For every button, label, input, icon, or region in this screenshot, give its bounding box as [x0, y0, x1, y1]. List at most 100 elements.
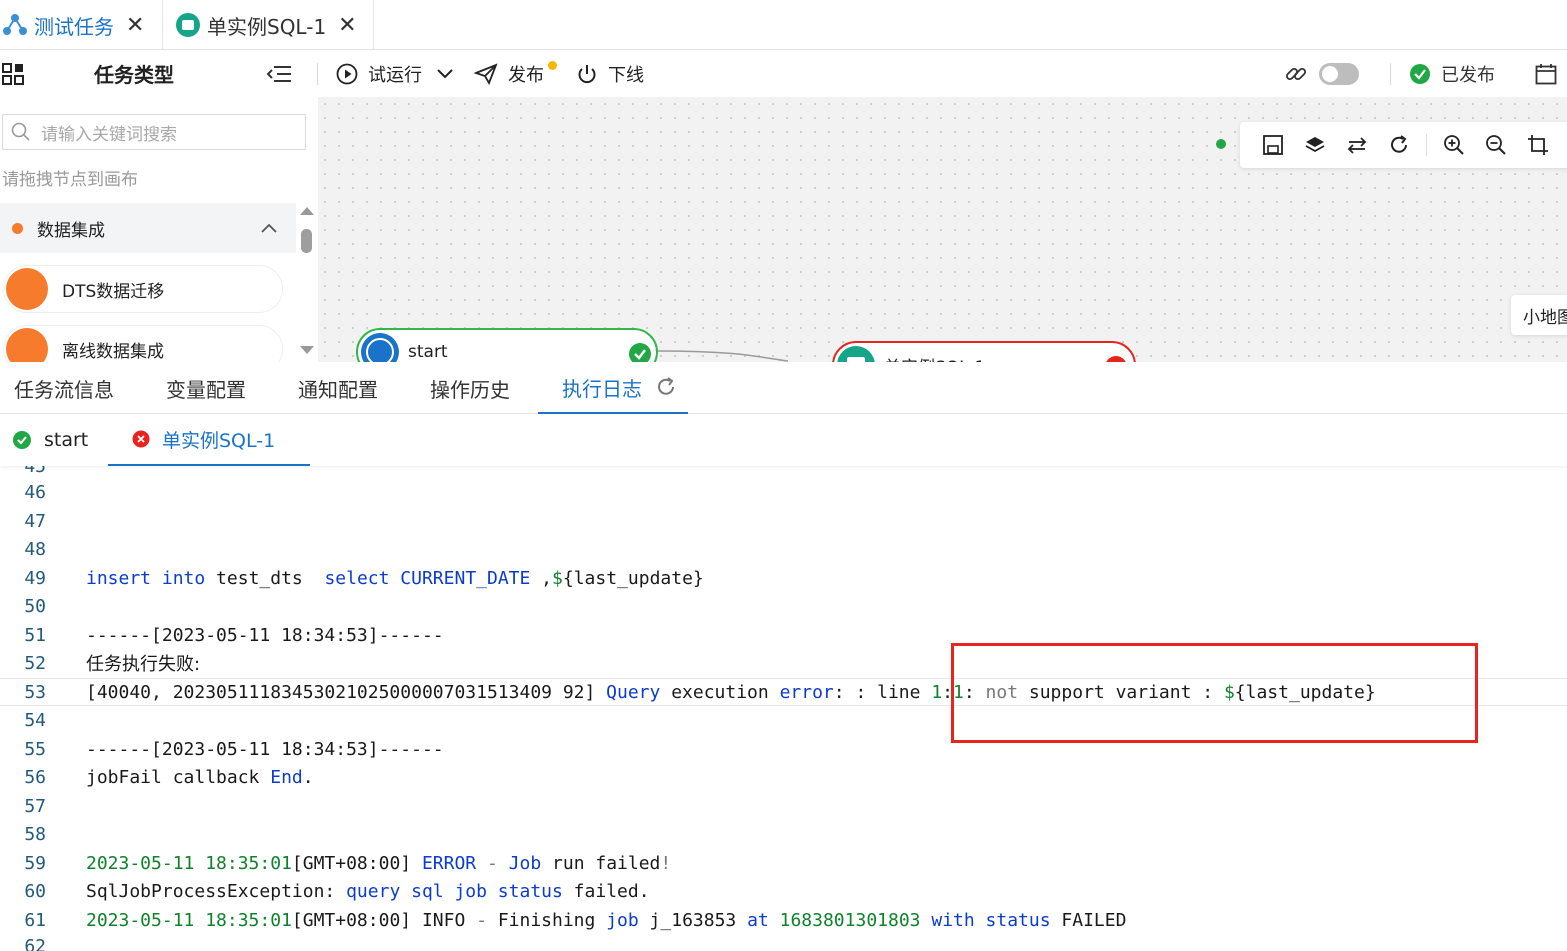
publish-button[interactable]: 发布 — [474, 50, 557, 97]
offline-label: 下线 — [608, 64, 644, 86]
close-icon[interactable]: ✕ — [126, 13, 144, 38]
swap-icon[interactable] — [1346, 134, 1368, 156]
unpublished-dot — [548, 61, 557, 70]
toggle-switch[interactable] — [1319, 50, 1359, 97]
log-text: SqlJobProcessException: query sql job st… — [86, 880, 650, 902]
line-number: 51 — [24, 624, 46, 646]
error-circle-icon — [132, 430, 150, 448]
sql-node-icon — [176, 13, 200, 37]
group-dot — [12, 222, 23, 234]
tab-execution-log[interactable]: 执行日志 — [538, 362, 688, 414]
refresh-icon[interactable] — [1388, 134, 1410, 156]
flow-node-sql[interactable]: 单实例SQL-1 — [832, 341, 1136, 362]
log-text: ------[2023-05-11 18:34:53]------ — [86, 738, 444, 760]
panel-tabs: 任务流信息 变量配置 通知配置 操作历史 执行日志 — [0, 362, 1567, 414]
minimap-button[interactable]: 小地图 — [1511, 295, 1567, 335]
close-icon[interactable]: ✕ — [338, 13, 356, 38]
log-line: 50 — [0, 592, 1567, 620]
trial-run-label: 试运行 — [368, 64, 422, 86]
canvas-toolbar — [1240, 122, 1567, 168]
zoom-out-icon[interactable] — [1485, 134, 1507, 156]
tab-bar: 测试任务 ✕ 单实例SQL-1 ✕ — [0, 0, 1567, 50]
tab-execution-log-label: 执行日志 — [562, 376, 642, 401]
log-line: 61 2023-05-11 18:35:01[GMT+08:00] INFO -… — [0, 906, 1567, 934]
tab-flow-info[interactable]: 任务流信息 — [14, 362, 114, 414]
start-node-icon — [361, 333, 399, 362]
tab-variables[interactable]: 变量配置 — [166, 362, 246, 414]
published-status: 已发布 — [1409, 50, 1495, 97]
sidebar-scrollbar[interactable] — [298, 203, 316, 359]
log-text: ------[2023-05-11 18:34:53]------ — [86, 624, 444, 646]
toolbar-divider — [1426, 134, 1427, 156]
chevron-down-icon — [437, 68, 453, 78]
tab-test-task-label: 测试任务 — [34, 14, 114, 39]
palette-item-label: DTS数据迁移 — [62, 281, 165, 302]
node-tab-start[interactable]: start — [12, 414, 88, 466]
drag-hint: 请拖拽节点到画布 — [2, 170, 138, 190]
node-palette-sidebar: 请输入关键词搜索 请拖拽节点到画布 数据集成 DTS数据迁移 离线数据集成 — [0, 97, 318, 362]
check-circle-icon — [1410, 63, 1430, 84]
toolbar: 任务类型 试运行 发布 下线 已发布 — [0, 50, 1567, 97]
workflow-icon — [3, 14, 27, 35]
log-line: 57 — [0, 792, 1567, 820]
search-icon — [11, 122, 30, 141]
search-placeholder: 请输入关键词搜索 — [41, 124, 177, 145]
zoom-in-icon[interactable] — [1443, 134, 1465, 156]
grid-menu-icon[interactable] — [2, 50, 34, 97]
line-number: 47 — [24, 510, 46, 532]
tab-history[interactable]: 操作历史 — [430, 362, 510, 414]
tab-sql-instance[interactable]: 单实例SQL-1 ✕ — [162, 0, 374, 50]
line-number: 49 — [24, 567, 46, 589]
group-data-integration[interactable]: 数据集成 — [0, 203, 296, 253]
error-circle-icon — [1106, 356, 1126, 362]
log-text: jobFail callback End. — [86, 766, 314, 788]
line-number: 50 — [24, 595, 46, 617]
fit-view-icon[interactable] — [1527, 134, 1549, 156]
task-types-title: 任务类型 — [94, 63, 174, 87]
published-label: 已发布 — [1441, 64, 1495, 86]
error-highlight-box — [951, 643, 1478, 743]
chevron-up-icon — [261, 223, 277, 233]
line-number: 55 — [24, 738, 46, 760]
flow-node-label: 单实例SQL-1 — [884, 353, 985, 363]
workflow-canvas[interactable]: 小地图 start 单实例SQL-1 — [318, 97, 1567, 362]
power-icon — [578, 64, 596, 83]
collapse-sidebar-icon[interactable] — [266, 50, 302, 97]
tab-test-task[interactable]: 测试任务 ✕ — [0, 0, 160, 50]
calendar-icon[interactable] — [1535, 50, 1567, 97]
layers-icon[interactable] — [1304, 134, 1326, 156]
log-line: 56 jobFail callback End. — [0, 763, 1567, 791]
tab-sql-instance-label: 单实例SQL-1 — [207, 14, 327, 39]
line-number: 53 — [24, 681, 46, 703]
refresh-icon[interactable] — [656, 377, 676, 397]
node-tab-sql[interactable]: 单实例SQL-1 — [108, 414, 310, 466]
palette-item-offline[interactable]: 离线数据集成 — [3, 325, 283, 362]
log-line: 46 — [0, 478, 1567, 506]
line-number: 48 — [24, 538, 46, 560]
palette-item-dts[interactable]: DTS数据迁移 — [3, 265, 283, 313]
save-icon[interactable] — [1262, 134, 1284, 156]
line-number: 52 — [24, 652, 46, 674]
sql-node-icon — [837, 346, 875, 362]
check-circle-icon — [629, 343, 651, 362]
tab-notifications[interactable]: 通知配置 — [298, 362, 378, 414]
trial-run-button[interactable]: 试运行 — [336, 50, 464, 97]
line-number: 60 — [24, 880, 46, 902]
log-text: insert into test_dts select CURRENT_DATE… — [86, 567, 704, 589]
node-tab-label: start — [44, 429, 89, 451]
offline-button[interactable]: 下线 — [576, 50, 644, 97]
log-text: 2023-05-11 18:35:01[GMT+08:00] INFO - Fi… — [86, 909, 1127, 931]
flow-node-start[interactable]: start — [356, 328, 658, 362]
link-icon[interactable] — [1284, 50, 1318, 97]
log-line: 59 2023-05-11 18:35:01[GMT+08:00] ERROR … — [0, 849, 1567, 877]
search-input[interactable]: 请输入关键词搜索 — [2, 114, 306, 150]
publish-label: 发布 — [508, 64, 544, 86]
log-text: 2023-05-11 18:35:01[GMT+08:00] ERROR - J… — [86, 852, 672, 874]
log-line: 49 insert into test_dts select CURRENT_D… — [0, 564, 1567, 592]
palette-item-label: 离线数据集成 — [62, 341, 164, 362]
offline-integration-icon — [6, 328, 48, 362]
group-label: 数据集成 — [37, 220, 105, 241]
toolbar-divider — [317, 63, 318, 85]
send-icon — [474, 62, 498, 85]
play-icon — [336, 63, 358, 84]
